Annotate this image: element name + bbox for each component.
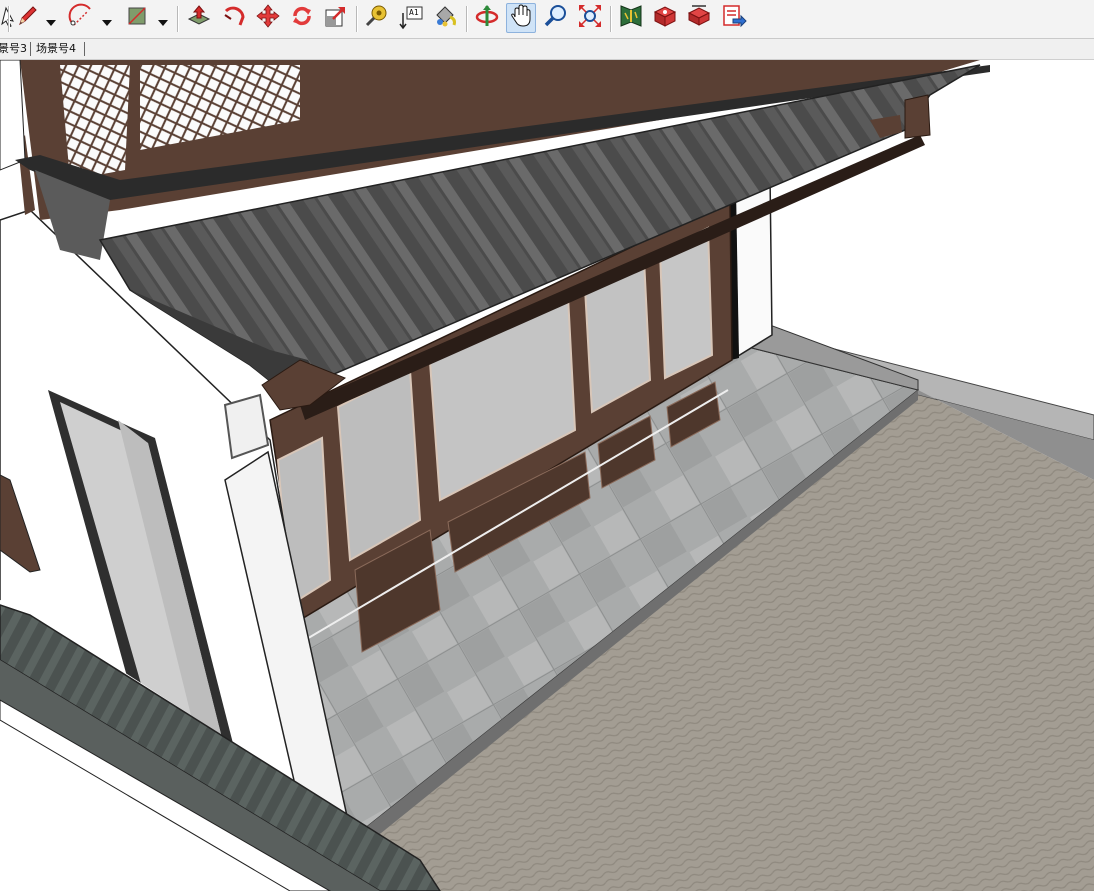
arc-dropdown-icon[interactable] xyxy=(101,13,113,26)
scale-tool-button[interactable] xyxy=(321,3,351,33)
orbit-icon xyxy=(474,3,500,33)
rotate-tool-button[interactable] xyxy=(287,3,317,33)
extension-tool-button[interactable] xyxy=(650,3,680,33)
scene-tab-3[interactable]: 景号3 xyxy=(0,41,27,57)
rotate-icon xyxy=(289,3,315,33)
pencil-tool-button[interactable] xyxy=(12,3,42,33)
share-model-icon xyxy=(686,3,712,33)
tape-measure-tool-button[interactable] xyxy=(362,3,392,33)
move-icon xyxy=(255,3,281,33)
pencil-icon xyxy=(15,4,39,32)
text-icon: A1 xyxy=(398,5,424,31)
zoom-extents-tool-button[interactable] xyxy=(575,3,605,33)
push-pull-icon xyxy=(186,3,212,33)
pan-tool-button[interactable] xyxy=(506,3,536,33)
scene-render xyxy=(0,60,1094,891)
warehouse-icon xyxy=(618,3,644,33)
scene-tab-divider xyxy=(84,42,85,56)
arc-tool-button[interactable] xyxy=(66,3,96,33)
text-tool-button[interactable]: A1 xyxy=(396,3,426,33)
tape-measure-icon xyxy=(364,3,390,33)
extension-icon xyxy=(652,3,678,33)
shape-tool-button[interactable] xyxy=(122,3,152,33)
zoom-icon xyxy=(543,3,569,33)
share-model-tool-button[interactable] xyxy=(684,3,714,33)
scene-tab-4[interactable]: 场景号4 xyxy=(36,41,76,57)
warehouse-tool-button[interactable] xyxy=(616,3,646,33)
scene-tabs: 景号3 场景号4 xyxy=(0,39,1094,60)
orbit-tool-button[interactable] xyxy=(472,3,502,33)
move-tool-button[interactable] xyxy=(253,3,283,33)
arc-icon xyxy=(68,3,94,33)
text-tool-glyph: A1 xyxy=(409,8,419,17)
rectangle-icon xyxy=(125,4,149,32)
zoom-tool-button[interactable] xyxy=(541,3,571,33)
shape-dropdown-icon[interactable] xyxy=(157,13,169,26)
pencil-dropdown-icon[interactable] xyxy=(45,13,57,26)
paint-bucket-tool-button[interactable] xyxy=(430,3,460,33)
scale-icon xyxy=(323,3,349,33)
pan-hand-icon xyxy=(508,3,534,33)
zoom-extents-icon xyxy=(577,3,603,33)
send-to-layout-icon xyxy=(721,3,747,33)
push-pull-tool-button[interactable] xyxy=(184,3,214,33)
follow-me-tool-button[interactable] xyxy=(219,3,249,33)
scene-tab-divider xyxy=(30,42,31,56)
send-to-layout-tool-button[interactable] xyxy=(719,3,749,33)
follow-me-icon xyxy=(221,3,247,33)
main-toolbar: A1 xyxy=(0,0,1094,39)
model-viewport[interactable] xyxy=(0,60,1094,891)
paint-bucket-icon xyxy=(432,3,458,33)
